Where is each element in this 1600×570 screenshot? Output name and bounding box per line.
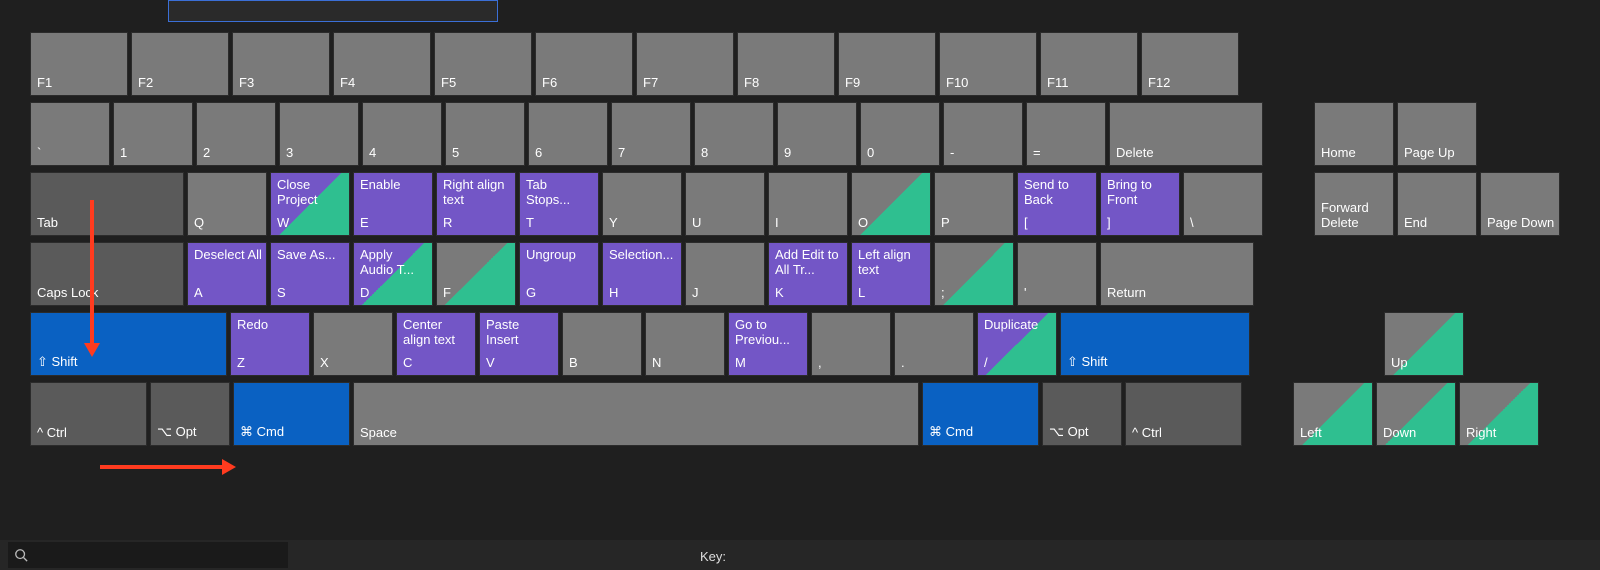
key-c[interactable]: Center align textC bbox=[396, 312, 476, 376]
key-q[interactable]: Q bbox=[187, 172, 267, 236]
key-f2[interactable]: F2 bbox=[131, 32, 229, 96]
key-pageup[interactable]: Page Up bbox=[1397, 102, 1477, 166]
key-f9[interactable]: F9 bbox=[838, 32, 936, 96]
key-right[interactable]: Right bbox=[1459, 382, 1539, 446]
key-f8[interactable]: F8 bbox=[737, 32, 835, 96]
key-t[interactable]: Tab Stops...T bbox=[519, 172, 599, 236]
key-label: Key: bbox=[700, 549, 726, 564]
key-opt-left[interactable]: ⌥ Opt bbox=[150, 382, 230, 446]
key-u[interactable]: U bbox=[685, 172, 765, 236]
key-z[interactable]: RedoZ bbox=[230, 312, 310, 376]
key-y[interactable]: Y bbox=[602, 172, 682, 236]
key-return[interactable]: Return bbox=[1100, 242, 1254, 306]
key-left[interactable]: Left bbox=[1293, 382, 1373, 446]
key-space[interactable]: Space bbox=[353, 382, 919, 446]
key-opt-right[interactable]: ⌥ Opt bbox=[1042, 382, 1122, 446]
key-4[interactable]: 4 bbox=[362, 102, 442, 166]
search-input[interactable] bbox=[8, 542, 288, 568]
key-f11[interactable]: F11 bbox=[1040, 32, 1138, 96]
key-cmd-right[interactable]: ⌘ Cmd bbox=[922, 382, 1039, 446]
key-8[interactable]: 8 bbox=[694, 102, 774, 166]
keyboard-map: F1 F2 F3 F4 F5 F6 F7 F8 F9 F10 F11 F12 `… bbox=[30, 32, 1580, 449]
key-p[interactable]: P bbox=[934, 172, 1014, 236]
key-f[interactable]: F bbox=[436, 242, 516, 306]
key-backtick[interactable]: ` bbox=[30, 102, 110, 166]
key-forward-delete[interactable]: Forward Delete bbox=[1314, 172, 1394, 236]
annotation-arrow-down bbox=[90, 200, 94, 345]
application-set-dropdown[interactable] bbox=[168, 0, 498, 22]
modifier-row: ^ Ctrl ⌥ Opt ⌘ Cmd Space ⌘ Cmd ⌥ Opt ^ C… bbox=[30, 382, 1242, 446]
key-ctrl-right[interactable]: ^ Ctrl bbox=[1125, 382, 1242, 446]
key-down[interactable]: Down bbox=[1376, 382, 1456, 446]
qwerty-row-2: Caps Lock Deselect AllA Save As...S Appl… bbox=[30, 242, 1254, 306]
qwerty-row-1: Tab Q Close ProjectW EnableE Right align… bbox=[30, 172, 1263, 236]
key-f7[interactable]: F7 bbox=[636, 32, 734, 96]
key-x[interactable]: X bbox=[313, 312, 393, 376]
key-bracket-right[interactable]: Bring to Front] bbox=[1100, 172, 1180, 236]
key-home[interactable]: Home bbox=[1314, 102, 1394, 166]
key-f1[interactable]: F1 bbox=[30, 32, 128, 96]
key-g[interactable]: UngroupG bbox=[519, 242, 599, 306]
key-quote[interactable]: ' bbox=[1017, 242, 1097, 306]
key-i[interactable]: I bbox=[768, 172, 848, 236]
key-h[interactable]: Selection...H bbox=[602, 242, 682, 306]
key-shift-right[interactable]: ⇧ Shift bbox=[1060, 312, 1250, 376]
key-j[interactable]: J bbox=[685, 242, 765, 306]
key-up[interactable]: Up bbox=[1384, 312, 1464, 376]
key-minus[interactable]: - bbox=[943, 102, 1023, 166]
key-end[interactable]: End bbox=[1397, 172, 1477, 236]
key-comma[interactable]: , bbox=[811, 312, 891, 376]
key-6[interactable]: 6 bbox=[528, 102, 608, 166]
key-b[interactable]: B bbox=[562, 312, 642, 376]
function-row: F1 F2 F3 F4 F5 F6 F7 F8 F9 F10 F11 F12 bbox=[30, 32, 1239, 96]
key-pagedown[interactable]: Page Down bbox=[1480, 172, 1560, 236]
key-f3[interactable]: F3 bbox=[232, 32, 330, 96]
key-o[interactable]: O bbox=[851, 172, 931, 236]
key-m[interactable]: Go to Previou...M bbox=[728, 312, 808, 376]
key-tab[interactable]: Tab bbox=[30, 172, 184, 236]
key-d[interactable]: Apply Audio T...D bbox=[353, 242, 433, 306]
key-f10[interactable]: F10 bbox=[939, 32, 1037, 96]
key-2[interactable]: 2 bbox=[196, 102, 276, 166]
key-period[interactable]: . bbox=[894, 312, 974, 376]
key-capslock[interactable]: Caps Lock bbox=[30, 242, 184, 306]
search-icon bbox=[14, 548, 28, 562]
key-slash[interactable]: Duplicate/ bbox=[977, 312, 1057, 376]
key-f5[interactable]: F5 bbox=[434, 32, 532, 96]
key-r[interactable]: Right align textR bbox=[436, 172, 516, 236]
key-f12[interactable]: F12 bbox=[1141, 32, 1239, 96]
key-equals[interactable]: = bbox=[1026, 102, 1106, 166]
key-3[interactable]: 3 bbox=[279, 102, 359, 166]
key-ctrl-left[interactable]: ^ Ctrl bbox=[30, 382, 147, 446]
key-semicolon[interactable]: ; bbox=[934, 242, 1014, 306]
key-backslash[interactable]: \ bbox=[1183, 172, 1263, 236]
key-f6[interactable]: F6 bbox=[535, 32, 633, 96]
key-e[interactable]: EnableE bbox=[353, 172, 433, 236]
key-k[interactable]: Add Edit to All Tr...K bbox=[768, 242, 848, 306]
key-delete[interactable]: Delete bbox=[1109, 102, 1263, 166]
key-cmd-left[interactable]: ⌘ Cmd bbox=[233, 382, 350, 446]
key-5[interactable]: 5 bbox=[445, 102, 525, 166]
footer-bar: Key: bbox=[0, 540, 1600, 570]
key-7[interactable]: 7 bbox=[611, 102, 691, 166]
key-s[interactable]: Save As...S bbox=[270, 242, 350, 306]
key-1[interactable]: 1 bbox=[113, 102, 193, 166]
key-shift-left[interactable]: ⇧ Shift bbox=[30, 312, 227, 376]
qwerty-row-3: ⇧ Shift RedoZ X Center align textC Paste… bbox=[30, 312, 1250, 376]
key-w[interactable]: Close ProjectW bbox=[270, 172, 350, 236]
annotation-arrow-right bbox=[100, 465, 224, 469]
key-bracket-left[interactable]: Send to Back[ bbox=[1017, 172, 1097, 236]
key-0[interactable]: 0 bbox=[860, 102, 940, 166]
key-9[interactable]: 9 bbox=[777, 102, 857, 166]
key-n[interactable]: N bbox=[645, 312, 725, 376]
key-v[interactable]: Paste InsertV bbox=[479, 312, 559, 376]
number-row: ` 1 2 3 4 5 6 7 8 9 0 - = Delete bbox=[30, 102, 1263, 166]
key-l[interactable]: Left align textL bbox=[851, 242, 931, 306]
key-a[interactable]: Deselect AllA bbox=[187, 242, 267, 306]
key-f4[interactable]: F4 bbox=[333, 32, 431, 96]
